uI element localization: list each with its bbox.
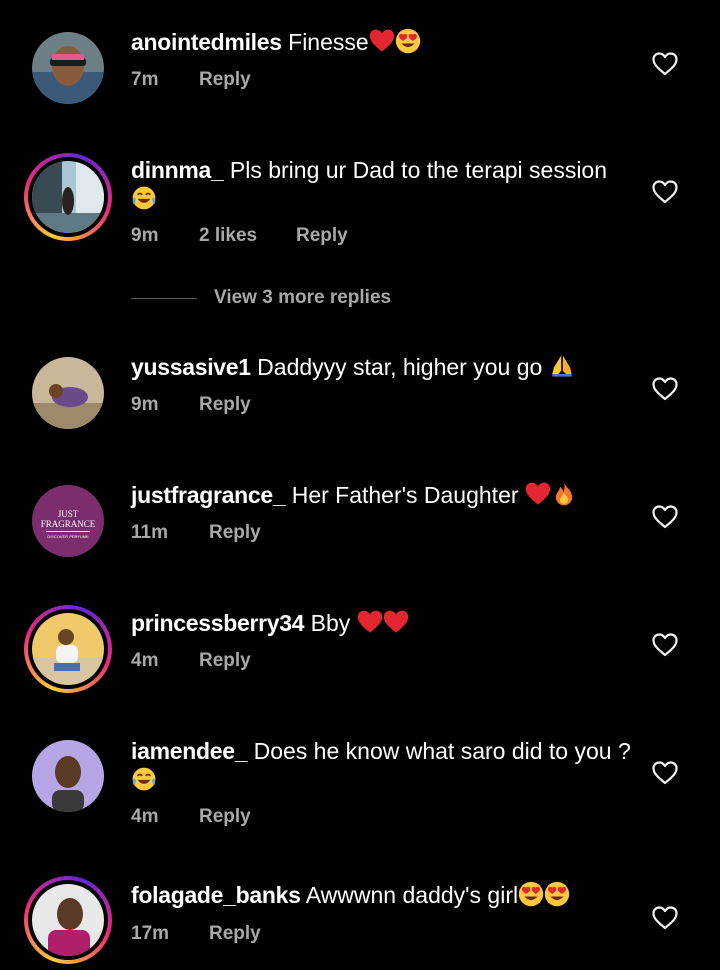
avatar[interactable] xyxy=(32,32,104,104)
heart-eyes-emoji xyxy=(395,28,421,54)
reply-button[interactable]: Reply xyxy=(209,522,261,544)
comment-body: Her Father's Daughter xyxy=(285,482,525,508)
just-fragrance-logo: JUST FRAGRANCE DISCOVER PERFUME xyxy=(32,485,104,557)
avatar[interactable] xyxy=(32,357,104,429)
comment-body: Daddyyy star, higher you go xyxy=(250,354,549,380)
praying-hands-emoji xyxy=(549,353,575,379)
comment-meta: 9m 2 likes Reply xyxy=(131,225,348,247)
like-heart-icon[interactable] xyxy=(652,180,678,204)
username[interactable]: dinnma_ xyxy=(131,157,224,183)
red-heart-emoji xyxy=(369,28,395,54)
timestamp: 7m xyxy=(131,69,159,90)
reply-button[interactable]: Reply xyxy=(199,650,251,672)
comment-text: anointedmiles Finesse xyxy=(131,28,631,57)
reply-button[interactable]: Reply xyxy=(296,225,348,247)
timestamp: 4m xyxy=(131,650,159,671)
avatar[interactable] xyxy=(24,876,112,964)
red-heart-emoji xyxy=(525,481,551,507)
comment-meta: 7m Reply xyxy=(131,69,251,91)
comment-text: yussasive1 Daddyyy star, higher you go xyxy=(131,353,631,382)
reply-button[interactable]: Reply xyxy=(199,394,251,416)
comment-text: princessberry34 Bby xyxy=(131,609,631,638)
red-heart-emoji xyxy=(357,609,383,635)
comment-body: Pls bring ur Dad to the terapi session xyxy=(223,157,608,183)
comment-meta: 4m Reply xyxy=(131,650,251,672)
fire-emoji xyxy=(551,481,577,507)
username[interactable]: justfragrance_ xyxy=(131,482,286,508)
tears-of-joy-emoji xyxy=(131,185,157,211)
comment-body: Awwwnn daddy's girl xyxy=(300,882,519,908)
view-more-replies-button[interactable]: View 3 more replies xyxy=(131,287,391,309)
timestamp: 9m xyxy=(131,394,159,415)
like-heart-icon[interactable] xyxy=(652,906,678,930)
comment-meta: 9m Reply xyxy=(131,394,251,416)
username[interactable]: folagade_banks xyxy=(131,882,301,908)
username[interactable]: yussasive1 xyxy=(131,354,251,380)
comment-body: Does he know what saro did to you ? xyxy=(247,738,631,764)
timestamp: 4m xyxy=(131,806,159,827)
heart-eyes-emoji xyxy=(518,881,544,907)
comment-text: folagade_banks Awwwnn daddy's girl xyxy=(131,881,631,910)
comment-text: iamendee_ Does he know what saro did to … xyxy=(131,737,631,795)
timestamp: 9m xyxy=(131,225,159,246)
comment-body: Bby xyxy=(304,610,357,636)
tears-of-joy-emoji xyxy=(131,766,157,792)
reply-button[interactable]: Reply xyxy=(209,923,261,945)
avatar[interactable] xyxy=(24,153,112,241)
avatar[interactable]: JUST FRAGRANCE DISCOVER PERFUME xyxy=(32,485,104,557)
like-heart-icon[interactable] xyxy=(652,52,678,76)
reply-button[interactable]: Reply xyxy=(199,806,251,828)
avatar[interactable] xyxy=(24,605,112,693)
red-heart-emoji xyxy=(383,609,409,635)
comment-meta: 11m Reply xyxy=(131,522,261,544)
comment-meta: 4m Reply xyxy=(131,806,251,828)
comment-text: justfragrance_ Her Father's Daughter xyxy=(131,481,631,510)
like-heart-icon[interactable] xyxy=(652,505,678,529)
view-more-replies-label[interactable]: View 3 more replies xyxy=(214,287,391,309)
like-heart-icon[interactable] xyxy=(652,633,678,657)
timestamp: 11m xyxy=(131,522,168,543)
timestamp: 17m xyxy=(131,923,170,944)
comment-meta: 17m Reply xyxy=(131,923,261,945)
comment-body: Finesse xyxy=(281,29,369,55)
like-heart-icon[interactable] xyxy=(652,377,678,401)
like-heart-icon[interactable] xyxy=(652,761,678,785)
likes-count[interactable]: 2 likes xyxy=(199,225,296,247)
username[interactable]: princessberry34 xyxy=(131,610,305,636)
divider-line xyxy=(131,297,197,299)
heart-eyes-emoji xyxy=(544,881,570,907)
username[interactable]: iamendee_ xyxy=(131,738,248,764)
username[interactable]: anointedmiles xyxy=(131,29,282,55)
comment-text: dinnma_ Pls bring ur Dad to the terapi s… xyxy=(131,156,631,214)
avatar[interactable] xyxy=(32,740,104,812)
reply-button[interactable]: Reply xyxy=(199,69,251,91)
